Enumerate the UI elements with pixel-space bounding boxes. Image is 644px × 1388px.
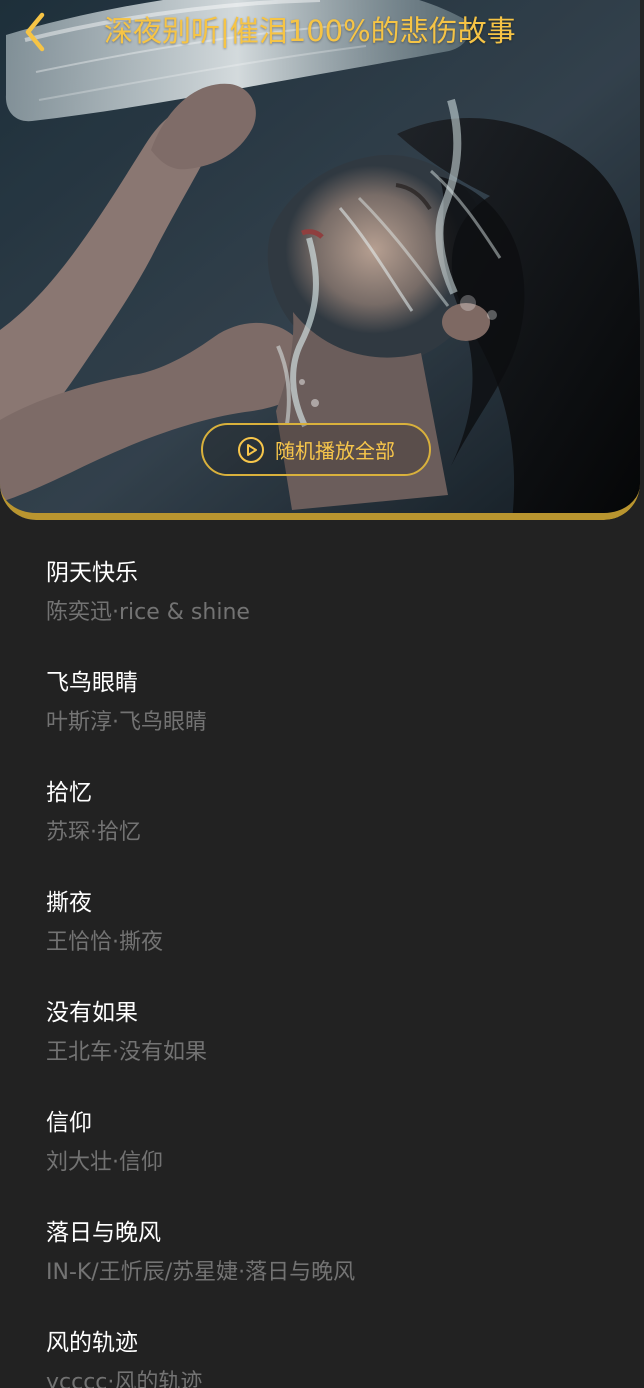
song-title: 落日与晚风 <box>46 1220 161 1246</box>
song-title: 阴天快乐 <box>46 560 138 586</box>
song-title: 信仰 <box>46 1110 92 1136</box>
play-all-button[interactable]: 随机播放全部 <box>201 423 431 476</box>
playlist-page: 深夜别听|催泪100%的悲伤故事 随机播放全部 阴天快乐 陈奕迅·rice & … <box>0 0 644 1388</box>
playlist-cover: 深夜别听|催泪100%的悲伤故事 随机播放全部 <box>0 0 640 520</box>
song-list: 阴天快乐 陈奕迅·rice & shine 飞鸟眼睛 叶斯淳·飞鸟眼睛 拾忆 苏… <box>0 540 644 1388</box>
song-item[interactable]: 没有如果 王北车·没有如果 <box>0 980 644 1090</box>
song-title: 撕夜 <box>46 890 92 916</box>
song-artist-album: 苏琛·拾忆 <box>46 820 141 845</box>
song-artist-album: ycccc·风的轨迹 <box>46 1370 203 1388</box>
song-title: 风的轨迹 <box>46 1330 138 1356</box>
song-title: 拾忆 <box>46 780 92 806</box>
song-artist-album: 王恰恰·撕夜 <box>46 930 163 955</box>
page-title: 深夜别听|催泪100%的悲伤故事 <box>104 14 516 48</box>
song-item[interactable]: 阴天快乐 陈奕迅·rice & shine <box>0 540 644 650</box>
song-item[interactable]: 落日与晚风 IN-K/王忻辰/苏星婕·落日与晚风 <box>0 1200 644 1310</box>
song-title: 飞鸟眼睛 <box>46 670 138 696</box>
song-item[interactable]: 撕夜 王恰恰·撕夜 <box>0 870 644 980</box>
song-artist-album: 陈奕迅·rice & shine <box>46 600 250 625</box>
song-title: 没有如果 <box>46 1000 138 1026</box>
play-circle-icon <box>237 436 265 464</box>
song-artist-album: 叶斯淳·飞鸟眼睛 <box>46 710 207 735</box>
song-item[interactable]: 飞鸟眼睛 叶斯淳·飞鸟眼睛 <box>0 650 644 760</box>
song-artist-album: 王北车·没有如果 <box>46 1040 207 1065</box>
song-item[interactable]: 拾忆 苏琛·拾忆 <box>0 760 644 870</box>
song-artist-album: 刘大壮·信仰 <box>46 1150 163 1175</box>
back-button[interactable] <box>10 6 62 58</box>
play-all-label: 随机播放全部 <box>275 439 395 463</box>
song-artist-album: IN-K/王忻辰/苏星婕·落日与晚风 <box>46 1260 356 1285</box>
song-item[interactable]: 信仰 刘大壮·信仰 <box>0 1090 644 1200</box>
chevron-left-icon <box>25 12 45 52</box>
song-item[interactable]: 风的轨迹 ycccc·风的轨迹 <box>0 1310 644 1388</box>
